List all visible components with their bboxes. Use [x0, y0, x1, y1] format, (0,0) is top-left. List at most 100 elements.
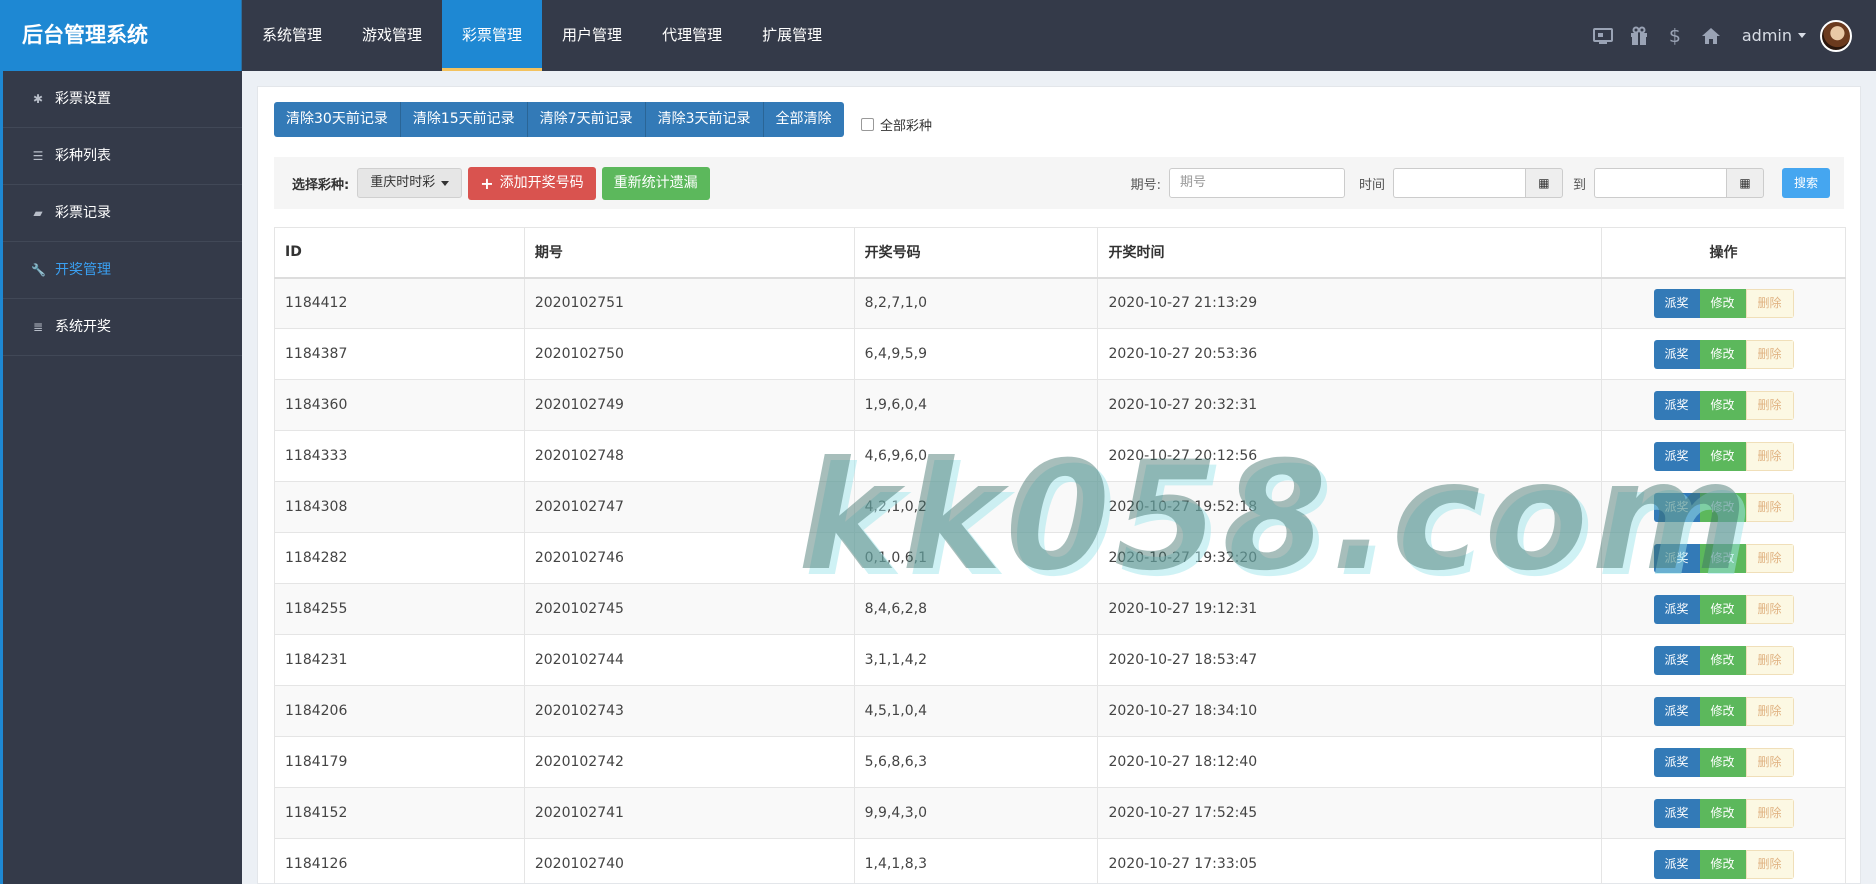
username: admin	[1741, 26, 1792, 45]
edit-button[interactable]: 修改	[1699, 390, 1746, 420]
edit-button[interactable]: 修改	[1699, 441, 1746, 471]
cell-actions: 派奖 修改 删除	[1601, 277, 1846, 329]
cell-numbers: 9,9,4,3,0	[853, 787, 1099, 839]
issue-label: 期号:	[1130, 177, 1161, 193]
brand-title[interactable]: 后台管理系统	[0, 0, 242, 71]
nav-system[interactable]: 系统管理	[242, 0, 342, 71]
payout-button[interactable]: 派奖	[1653, 390, 1700, 420]
avatar[interactable]	[1820, 19, 1852, 52]
cell-issue: 2020102742	[523, 736, 855, 788]
row-action-group: 派奖 修改 删除	[1653, 849, 1794, 879]
list-icon: ☰	[32, 148, 44, 163]
payout-button[interactable]: 派奖	[1653, 492, 1700, 522]
delete-button[interactable]: 删除	[1745, 543, 1794, 573]
edit-button[interactable]: 修改	[1699, 339, 1746, 369]
cell-actions: 派奖 修改 删除	[1601, 328, 1846, 380]
edit-button[interactable]: 修改	[1699, 594, 1746, 624]
payout-button[interactable]: 派奖	[1653, 339, 1700, 369]
monitor-icon[interactable]	[1592, 25, 1614, 47]
sidebar-item-lottery-settings[interactable]: ✱ 彩票设置	[3, 71, 242, 128]
sidebar-item-draw-management[interactable]: 🔧 开奖管理	[3, 242, 242, 299]
clear-15-days-button[interactable]: 清除15天前记录	[400, 102, 528, 137]
payout-button[interactable]: 派奖	[1653, 747, 1700, 777]
payout-button[interactable]: 派奖	[1653, 441, 1700, 471]
edit-button[interactable]: 修改	[1699, 696, 1746, 726]
dollar-icon[interactable]: $	[1664, 25, 1686, 47]
row-action-group: 派奖 修改 删除	[1653, 441, 1794, 471]
delete-button[interactable]: 删除	[1745, 645, 1794, 675]
cell-actions: 派奖 修改 删除	[1601, 838, 1846, 884]
row-action-group: 派奖 修改 删除	[1653, 594, 1794, 624]
cell-numbers: 3,1,1,4,2	[853, 634, 1099, 686]
start-date-input[interactable]	[1392, 168, 1525, 198]
nav-agent[interactable]: 代理管理	[642, 0, 742, 71]
top-nav: 系统管理 游戏管理 彩票管理 用户管理 代理管理 扩展管理	[242, 0, 842, 71]
payout-button[interactable]: 派奖	[1653, 288, 1700, 318]
cell-issue: 2020102745	[523, 583, 855, 635]
issue-input[interactable]: 期号	[1168, 168, 1345, 198]
end-date-input[interactable]	[1593, 168, 1726, 198]
edit-button[interactable]: 修改	[1699, 543, 1746, 573]
cell-actions: 派奖 修改 删除	[1601, 634, 1846, 686]
sidebar-item-label: 彩票记录	[55, 204, 111, 221]
row-action-group: 派奖 修改 删除	[1653, 492, 1794, 522]
table-row: 1184255 2020102745 8,4,6,2,8 2020-10-27 19:…	[274, 583, 1846, 635]
draw-results-table: ID 期号 开奖号码 开奖时间 操作 1184412 2020102751 8,2,…	[274, 227, 1846, 884]
cell-actions: 派奖 修改 删除	[1601, 379, 1846, 431]
delete-button[interactable]: 删除	[1745, 849, 1794, 879]
clear-all-button[interactable]: 全部清除	[763, 102, 844, 137]
delete-button[interactable]: 删除	[1745, 798, 1794, 828]
payout-button[interactable]: 派奖	[1653, 798, 1700, 828]
delete-button[interactable]: 删除	[1745, 492, 1794, 522]
nav-lottery[interactable]: 彩票管理	[442, 0, 543, 71]
calendar-icon[interactable]: ▦	[1725, 168, 1764, 198]
edit-button[interactable]: 修改	[1699, 288, 1746, 318]
delete-button[interactable]: 删除	[1745, 594, 1794, 624]
delete-button[interactable]: 删除	[1745, 339, 1794, 369]
payout-button[interactable]: 派奖	[1653, 645, 1700, 675]
edit-button[interactable]: 修改	[1699, 645, 1746, 675]
home-icon[interactable]	[1700, 25, 1722, 47]
delete-button[interactable]: 删除	[1745, 696, 1794, 726]
cell-issue: 2020102743	[523, 685, 855, 737]
cell-id: 1184126	[274, 838, 525, 884]
chevron-down-icon	[441, 180, 450, 186]
cell-actions: 派奖 修改 删除	[1601, 583, 1846, 635]
delete-button[interactable]: 删除	[1745, 390, 1794, 420]
delete-button[interactable]: 删除	[1745, 288, 1794, 318]
delete-button[interactable]: 删除	[1745, 441, 1794, 471]
clear-7-days-button[interactable]: 清除7天前记录	[527, 102, 646, 137]
sidebar-item-system-draw[interactable]: ≣ 系统开奖	[3, 299, 242, 356]
nav-extension[interactable]: 扩展管理	[742, 0, 842, 71]
nav-game[interactable]: 游戏管理	[342, 0, 442, 71]
payout-button[interactable]: 派奖	[1653, 696, 1700, 726]
edit-button[interactable]: 修改	[1699, 747, 1746, 777]
delete-button[interactable]: 删除	[1745, 747, 1794, 777]
lottery-select[interactable]: 重庆时时彩	[357, 168, 463, 198]
payout-button[interactable]: 派奖	[1653, 594, 1700, 624]
edit-button[interactable]: 修改	[1699, 798, 1746, 828]
edit-button[interactable]: 修改	[1699, 492, 1746, 522]
search-button[interactable]: 搜索	[1781, 168, 1830, 198]
nav-user[interactable]: 用户管理	[542, 0, 642, 71]
clear-30-days-button[interactable]: 清除30天前记录	[274, 102, 401, 137]
payout-button[interactable]: 派奖	[1653, 543, 1700, 573]
user-menu[interactable]: admin	[1742, 26, 1806, 45]
add-draw-number-button[interactable]: + 添加开奖号码	[468, 166, 596, 200]
gift-icon[interactable]	[1628, 25, 1650, 47]
clear-3-days-button[interactable]: 清除3天前记录	[645, 102, 764, 137]
checkbox[interactable]	[861, 118, 874, 131]
cell-actions: 派奖 修改 删除	[1601, 481, 1846, 533]
server-icon: ≣	[32, 319, 44, 334]
cell-numbers: 8,4,6,2,8	[853, 583, 1099, 635]
edit-button[interactable]: 修改	[1699, 849, 1746, 879]
recount-omission-button[interactable]: 重新统计遗漏	[601, 166, 710, 200]
all-lottery-checkbox[interactable]: 全部彩种	[861, 115, 932, 134]
sidebar-item-lottery-list[interactable]: ☰ 彩种列表	[3, 128, 242, 185]
calendar-icon[interactable]: ▦	[1524, 168, 1563, 198]
sidebar-item-lottery-records[interactable]: ▰ 彩票记录	[3, 185, 242, 242]
lottery-select-value: 重庆时时彩	[370, 175, 436, 190]
payout-button[interactable]: 派奖	[1653, 849, 1700, 879]
cell-numbers: 8,2,7,1,0	[853, 277, 1099, 329]
cell-time: 2020-10-27 21:13:29	[1097, 277, 1603, 329]
